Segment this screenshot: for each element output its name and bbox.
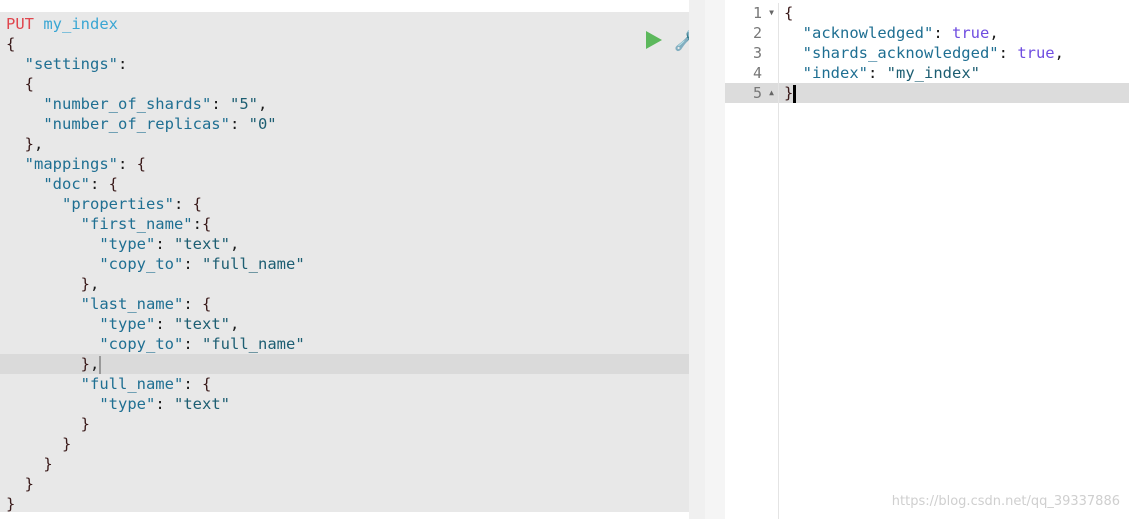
fold-icon[interactable]: ▲ (769, 83, 774, 103)
line-number: 4 (752, 64, 762, 82)
line-number: 5 ▲ (752, 83, 774, 103)
request-editor[interactable]: PUT my_index { "settings": { "number_of_… (0, 12, 699, 514)
line-number: 1 ▼ (752, 3, 774, 23)
code-line: }, (80, 355, 102, 374)
code-line: } (80, 415, 90, 433)
code-line: }, (24, 135, 44, 153)
request-line: PUT my_index (6, 14, 305, 34)
code-line: "properties": { (62, 195, 202, 213)
code-line: { (24, 75, 35, 93)
request-code[interactable]: PUT my_index { "settings": { "number_of_… (6, 14, 305, 514)
code-line: } (62, 435, 72, 453)
play-icon[interactable] (646, 31, 662, 49)
response-code: { "acknowledged": true, "shards_acknowle… (784, 3, 1064, 103)
code-line: { (6, 35, 16, 53)
code-line: "doc": { (43, 175, 119, 193)
code-line: "number_of_shards": "5", (43, 95, 268, 113)
response-line: "index": "my_index" (802, 64, 980, 82)
http-method: PUT (6, 15, 34, 33)
watermark: https://blog.csdn.net/qq_39337886 (891, 494, 1120, 509)
response-panel: 1 ▼ 2 3 4 5 ▲ { "acknowledged": true, "shards_… (725, 0, 1129, 519)
scrollbar[interactable] (689, 0, 705, 519)
code-line: "settings": (24, 55, 128, 73)
code-line: "first_name":{ (80, 215, 212, 233)
code-line: "type": "text", (99, 235, 240, 253)
code-line: } (43, 455, 53, 473)
line-gutter: 1 ▼ 2 3 4 5 ▲ (725, 3, 779, 519)
code-line: } (24, 475, 35, 493)
line-number: 3 (752, 44, 762, 62)
code-line: "mappings": { (24, 155, 147, 173)
code-line: "copy_to": "full_name" (99, 335, 305, 353)
line-number: 2 (752, 24, 762, 42)
code-line: }, (80, 275, 100, 293)
response-line: { (784, 4, 794, 22)
response-line: } (784, 83, 1064, 103)
code-line: "type": "text", (99, 315, 240, 333)
code-line: "number_of_replicas": "0" (43, 115, 277, 133)
text-cursor (793, 84, 797, 103)
code-line: "type": "text" (99, 395, 230, 413)
code-line: "last_name": { (80, 295, 212, 313)
fold-icon[interactable]: ▼ (769, 3, 774, 23)
response-line: "acknowledged": true, (802, 24, 999, 42)
request-path: my_index (43, 15, 118, 33)
panel-divider[interactable] (705, 0, 725, 519)
code-line: "full_name": { (80, 375, 212, 393)
code-line: } (6, 495, 16, 513)
code-line: "copy_to": "full_name" (99, 255, 305, 273)
response-line: "shards_acknowledged": true, (802, 44, 1064, 62)
